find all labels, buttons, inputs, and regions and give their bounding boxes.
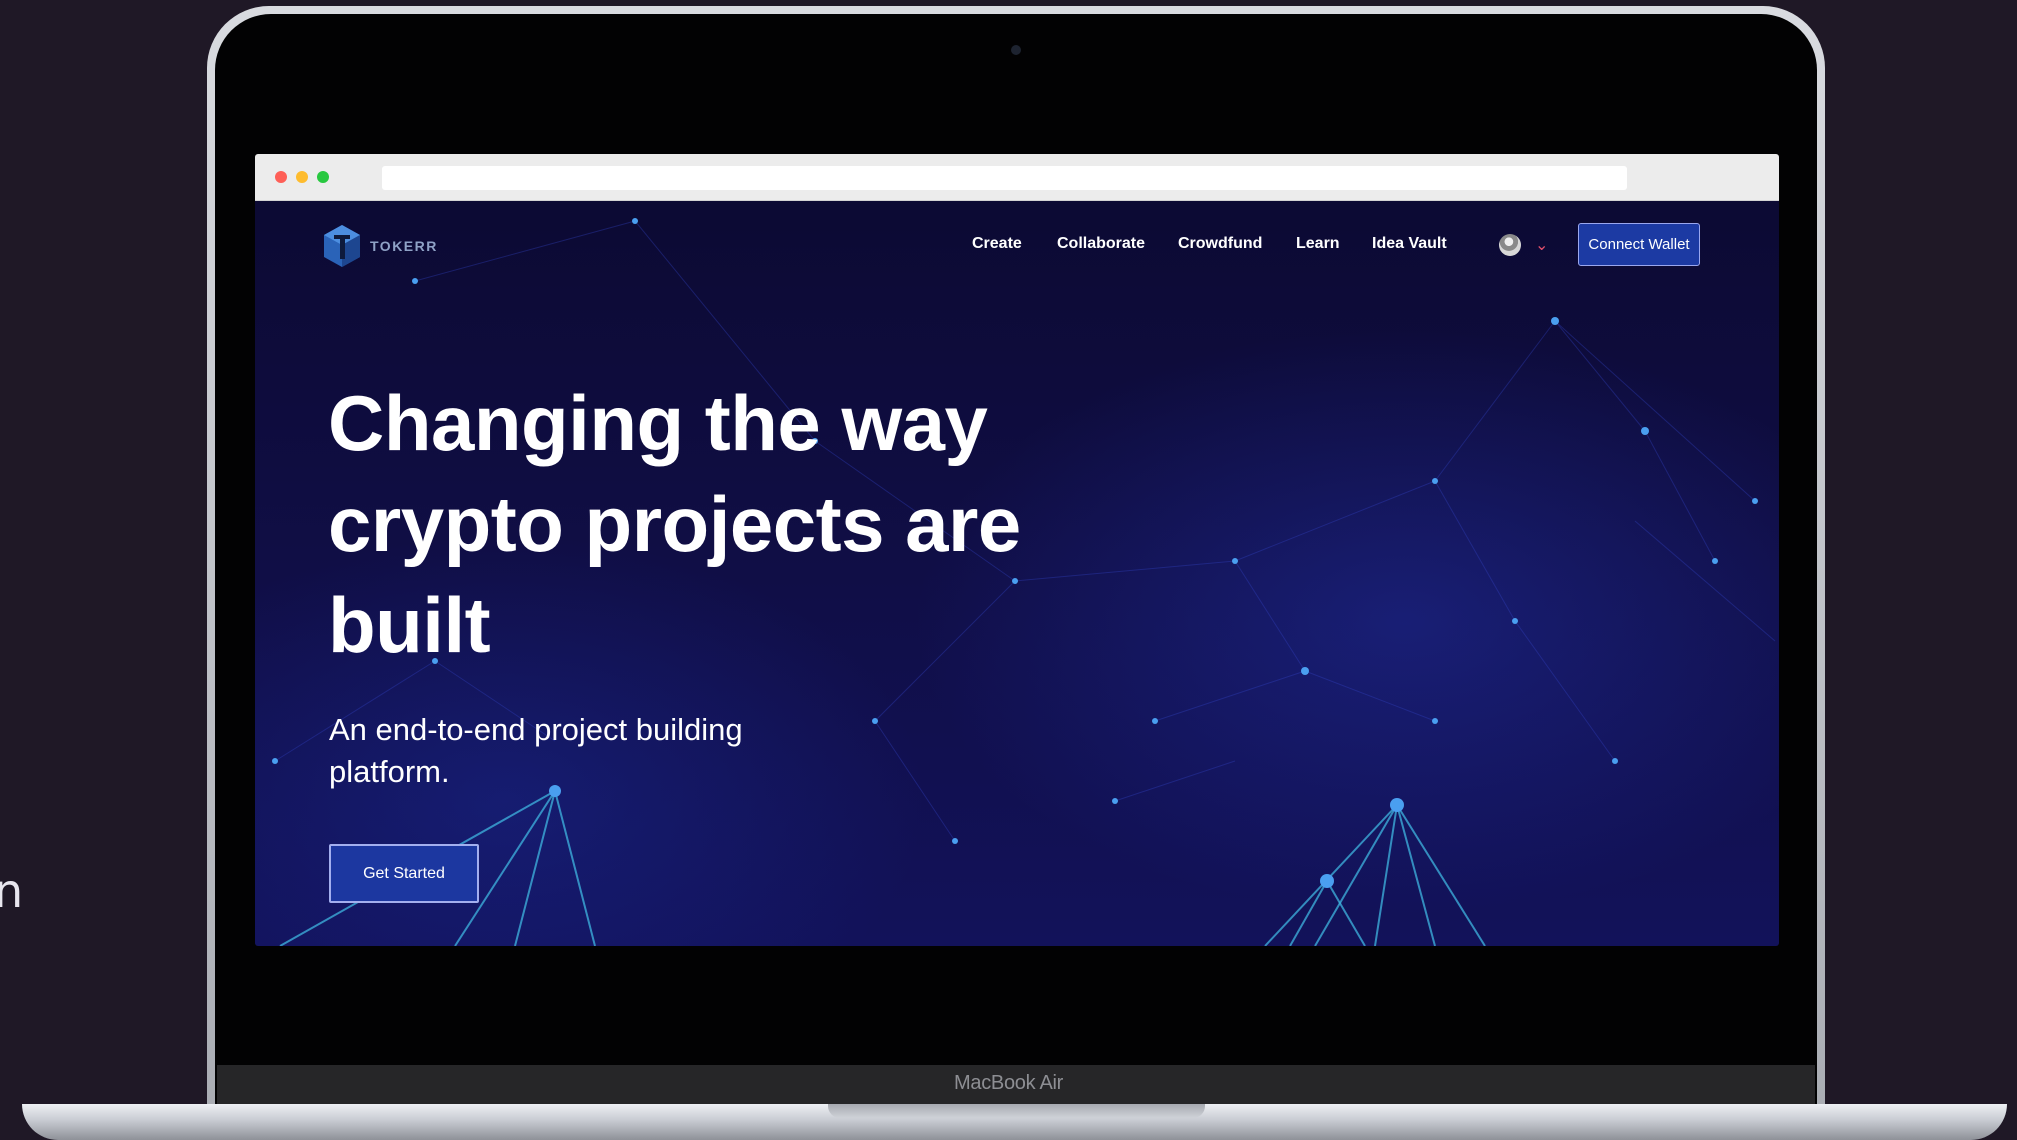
maximize-window-icon[interactable] xyxy=(317,171,329,183)
get-started-button[interactable]: Get Started xyxy=(329,844,479,903)
minimize-window-icon[interactable] xyxy=(296,171,308,183)
landing-page: TOKERR Create Collaborate Crowdfund Lear… xyxy=(255,201,1779,946)
edge-text-fragment: n xyxy=(0,864,24,918)
hero-title: Changing the way crypto projects are bui… xyxy=(328,379,1021,669)
hexagon-t-logo-icon xyxy=(324,225,360,267)
nav-crowdfund[interactable]: Crowdfund xyxy=(1178,235,1262,253)
nav-collaborate[interactable]: Collaborate xyxy=(1057,235,1145,253)
address-bar[interactable] xyxy=(382,166,1627,190)
browser-toolbar xyxy=(255,154,1779,201)
chevron-down-icon[interactable]: ⌄ xyxy=(1535,235,1548,254)
close-window-icon[interactable] xyxy=(275,171,287,183)
nav-idea-vault[interactable]: Idea Vault xyxy=(1372,235,1447,253)
connect-wallet-button[interactable]: Connect Wallet xyxy=(1578,223,1700,266)
hero-subtitle: An end-to-end project building platform. xyxy=(329,712,743,789)
device-model-label: MacBook Air xyxy=(954,1072,1063,1094)
site-logo[interactable]: TOKERR xyxy=(322,223,438,269)
logo-text: TOKERR xyxy=(370,238,438,254)
browser-window: TOKERR Create Collaborate Crowdfund Lear… xyxy=(255,154,1779,946)
nav-create[interactable]: Create xyxy=(972,235,1022,253)
avatar-icon[interactable] xyxy=(1499,234,1521,256)
laptop-notch xyxy=(828,1104,1205,1118)
nav-learn[interactable]: Learn xyxy=(1296,235,1340,253)
camera-icon xyxy=(1011,45,1021,55)
